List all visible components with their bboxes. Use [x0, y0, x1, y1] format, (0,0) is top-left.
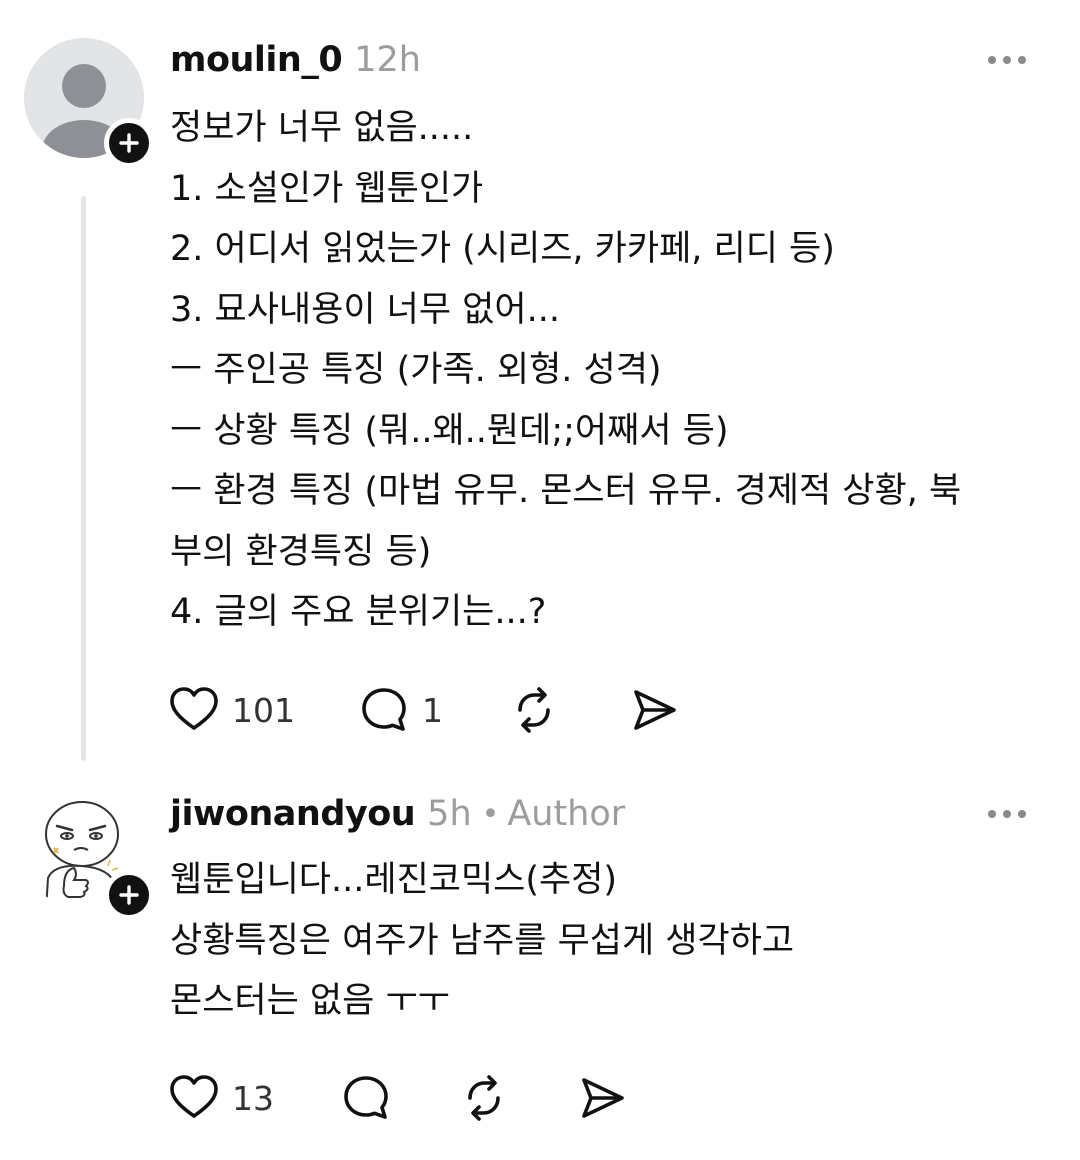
comment-button[interactable]: 1	[358, 680, 443, 740]
post-text-line: ㅡ 환경 특징 (마법 유무. 몬스터 유무. 경제적 상황, 북	[170, 471, 962, 511]
post-text-line: ㅡ 주인공 특징 (가족. 외형. 성격)	[170, 350, 662, 390]
like-count: 13	[232, 1078, 274, 1118]
share-send-icon	[634, 690, 676, 730]
plus-icon	[119, 133, 139, 153]
post-text: 웹툰입니다...레진코믹스(추정) 상황특징은 여주가 남주를 무섭게 생각하고…	[170, 850, 1050, 1032]
share-button[interactable]	[628, 680, 680, 740]
post-text-line: ㅡ 상황 특징 (뭐..왜..뭔데;;어째서 등)	[170, 410, 729, 451]
more-options-button[interactable]	[982, 34, 1032, 86]
author-label: Author	[507, 794, 626, 834]
post-text-line: 웹툰입니다...레진코믹스(추정)	[170, 860, 618, 900]
post-text: 정보가 너무 없음..... 1. 소설인가 웹툰인가 2. 어디서 읽었는가 …	[170, 98, 1050, 643]
action-bar: 13	[168, 1068, 1048, 1128]
post-text-line: 3. 묘사내용이 너무 없어...	[170, 289, 560, 330]
repost-button[interactable]	[508, 680, 560, 740]
username[interactable]: moulin_0	[170, 40, 343, 80]
post-time: 12h	[354, 40, 421, 80]
post-text-line: 4. 글의 주요 분위기는...?	[170, 592, 547, 632]
heart-icon	[170, 687, 218, 730]
heart-icon	[170, 1075, 218, 1118]
post-text-line: 몬스터는 없음 ㅜㅜ	[170, 981, 450, 1021]
author-reply-post: jiwonandyou 5h • Author 웹툰입니다...레진코믹스(추정…	[0, 770, 1080, 1160]
like-button[interactable]: 13	[168, 1068, 274, 1128]
thread-connector-line	[81, 196, 86, 761]
reply-post: moulin_0 12h 정보가 너무 없음..... 1. 소설인가 웹툰인가…	[0, 0, 1080, 770]
more-dots-icon	[988, 810, 1026, 818]
post-text-line: 정보가 너무 없음.....	[170, 108, 474, 148]
comment-count: 1	[422, 690, 443, 730]
thread-view: moulin_0 12h 정보가 너무 없음..... 1. 소설인가 웹툰인가…	[0, 0, 1080, 1160]
post-text-line: 상황특징은 여주가 남주를 무섭게 생각하고	[170, 920, 795, 961]
follow-button[interactable]	[104, 870, 154, 920]
username[interactable]: jiwonandyou	[170, 794, 416, 834]
share-send-icon	[582, 1078, 624, 1118]
follow-button[interactable]	[104, 118, 154, 168]
like-button[interactable]: 101	[168, 680, 295, 740]
plus-icon	[119, 885, 139, 905]
post-text-line: 1. 소설인가 웹툰인가	[170, 168, 484, 209]
repost-icon	[518, 687, 550, 733]
comment-bubble-icon	[362, 688, 406, 731]
action-bar: 101 1	[168, 680, 1048, 740]
repost-icon	[468, 1075, 500, 1121]
separator-dot: •	[481, 796, 500, 832]
post-time: 5h	[427, 794, 472, 834]
comment-button[interactable]	[340, 1068, 392, 1128]
post-text-line: 부의 환경특징 등)	[170, 531, 432, 572]
more-dots-icon	[988, 56, 1026, 64]
share-button[interactable]	[576, 1068, 628, 1128]
more-options-button[interactable]	[982, 788, 1032, 840]
comment-bubble-icon	[344, 1076, 388, 1119]
post-text-line: 2. 어디서 읽었는가 (시리즈, 카카페, 리디 등)	[170, 229, 835, 269]
repost-button[interactable]	[458, 1068, 510, 1128]
post-header: moulin_0 12h	[170, 34, 1050, 86]
like-count: 101	[232, 690, 295, 730]
post-header: jiwonandyou 5h • Author	[170, 788, 1050, 840]
